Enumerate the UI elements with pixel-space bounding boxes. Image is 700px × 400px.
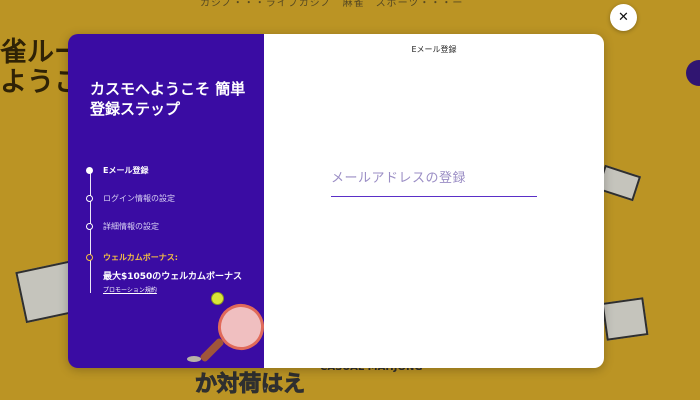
registration-modal: カスモへようこそ 簡単登録ステップ Eメール登録 ログイン情報の設定 詳細情報の…: [68, 34, 604, 368]
step-dot-icon: [86, 195, 93, 202]
promo-description: 最大$1050のウェルカムボーナス: [103, 272, 243, 282]
close-icon: ✕: [618, 10, 629, 25]
registration-sidebar: カスモへようこそ 簡単登録ステップ Eメール登録 ログイン情報の設定 詳細情報の…: [68, 34, 272, 368]
email-field-label: メールアドレスの登録: [331, 171, 467, 186]
welcome-title: カスモへようこそ 簡単登録ステップ: [90, 80, 246, 118]
step-promo-dot-icon: [86, 254, 93, 261]
promotion-terms-link[interactable]: プロモーション規約: [103, 285, 157, 294]
step-dot-icon: [86, 223, 93, 230]
email-field[interactable]: [331, 186, 537, 197]
step-active-dot-icon: [86, 167, 93, 174]
step-welcome-bonus: ウェルカムボーナス:: [86, 252, 178, 263]
paddle-handle-icon: [199, 337, 225, 363]
step-label: Eメール登録: [103, 166, 149, 175]
step-label: ログイン情報の設定: [103, 194, 175, 203]
coins-illustration-icon: [187, 356, 201, 362]
steps-timeline: [90, 173, 91, 293]
step-login-settings: ログイン情報の設定: [86, 193, 175, 204]
tennis-ball-icon: [211, 292, 224, 305]
step-detail-settings: 詳細情報の設定: [86, 221, 159, 232]
paddle-illustration-icon: [210, 296, 272, 358]
step-email-registration: Eメール登録: [86, 165, 148, 176]
close-button[interactable]: ✕: [610, 4, 637, 31]
registration-form-panel: Eメール登録 メールアドレスの登録: [264, 34, 604, 368]
step-label: 詳細情報の設定: [103, 222, 159, 231]
form-header: Eメール登録: [411, 45, 457, 54]
promo-title: ウェルカムボーナス:: [103, 253, 178, 262]
